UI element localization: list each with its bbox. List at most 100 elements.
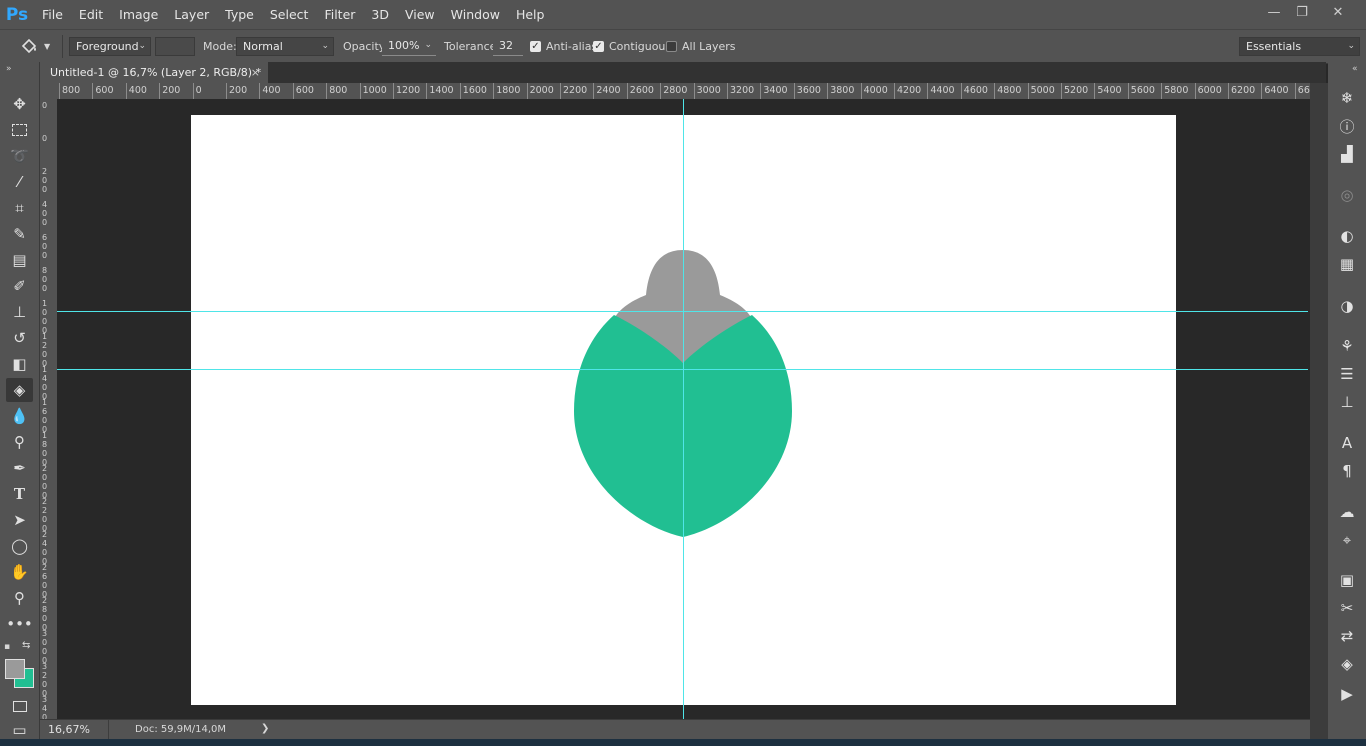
more-tools-icon[interactable]: •••	[6, 612, 33, 636]
panel-dock: « ❄ ⓘ ▟ ◎ ◐ ▦ ◑ ⚘ ☰ ⊥ A ¶ ☁ ⌖ ▣ ✂ ⇄ ◈ ▶	[1328, 62, 1366, 746]
close-button[interactable]: ✕	[1322, 0, 1354, 24]
menu-select[interactable]: Select	[262, 0, 317, 29]
ruler-label: 5000	[1030, 85, 1055, 96]
mode-value: Normal	[243, 40, 283, 53]
blur-icon[interactable]: 💧	[6, 404, 33, 428]
swatches-icon[interactable]: ▦	[1336, 253, 1358, 275]
histogram-icon[interactable]: ▟	[1336, 143, 1358, 165]
clone-source-icon[interactable]: ⊥	[1336, 391, 1358, 413]
adjustments-icon[interactable]: ◑	[1336, 295, 1358, 317]
hand-icon[interactable]: ✋	[6, 560, 33, 584]
vertical-scrollbar[interactable]	[1310, 83, 1328, 739]
all-layers-checkbox[interactable]: All Layers	[666, 30, 736, 63]
anti-alias-label: Anti-alias	[546, 40, 598, 53]
eraser-icon[interactable]: ◧	[6, 352, 33, 376]
info-icon[interactable]: ⓘ	[1336, 115, 1358, 137]
layers-icon[interactable]: ◈	[1336, 653, 1358, 675]
fill-source-select[interactable]: Foreground ⌄	[69, 37, 151, 56]
crop-icon[interactable]: ⌗	[6, 196, 33, 220]
zoom-icon[interactable]: ⚲	[6, 586, 33, 610]
swap-colors-icon[interactable]: ⇆	[22, 640, 30, 651]
timeline-icon[interactable]: ⇄	[1336, 625, 1358, 647]
ruler-label: 800	[42, 266, 48, 293]
foreground-color-swatch[interactable]	[5, 659, 25, 679]
pen-icon[interactable]: ✒	[6, 456, 33, 480]
dodge-icon[interactable]: ⚲	[6, 430, 33, 454]
collapse-toolbar-icon[interactable]: »	[6, 64, 12, 74]
close-tab-icon[interactable]: ×	[251, 62, 260, 83]
ruler-tick	[459, 83, 461, 99]
ellipse-icon[interactable]: ◯	[6, 534, 33, 558]
horizontal-guide-1[interactable]	[57, 311, 1308, 312]
tool-preset-picker[interactable]: ▼	[20, 30, 50, 63]
clone-stamp-icon[interactable]: ⊥	[6, 300, 33, 324]
menu-image[interactable]: Image	[111, 0, 166, 29]
separator	[108, 720, 109, 740]
type-icon[interactable]: T	[6, 482, 33, 506]
workspace-select[interactable]: Essentials ⌄	[1239, 37, 1360, 56]
toolbar: » ✥ ➰ ⁄ ⌗ ✎ ▤ ✐ ⊥ ↺ ◧ ◈ 💧 ⚲ ✒ T ➤ ◯ ✋ ⚲ …	[0, 62, 40, 746]
ruler-tick	[1094, 83, 1096, 99]
photoshop-logo[interactable]: Ps	[0, 0, 34, 29]
properties-icon[interactable]: ▣	[1336, 569, 1358, 591]
menu-help[interactable]: Help	[508, 0, 553, 29]
ruler-tick	[927, 83, 929, 99]
restore-button[interactable]: ❐	[1286, 0, 1318, 24]
ruler-label: 1600	[42, 398, 48, 434]
actions-icon[interactable]: ▶	[1336, 683, 1358, 705]
color-icon[interactable]: ◐	[1336, 225, 1358, 247]
3d-icon[interactable]: ❄	[1336, 87, 1358, 109]
history-brush-icon[interactable]: ↺	[6, 326, 33, 350]
menu-3d[interactable]: 3D	[363, 0, 397, 29]
default-colors-icon[interactable]: ▪	[4, 642, 10, 652]
menu-view[interactable]: View	[397, 0, 443, 29]
move-icon[interactable]: ✥	[6, 92, 33, 116]
brush-icon[interactable]: ✐	[6, 274, 33, 298]
marquee-icon[interactable]	[6, 118, 33, 142]
ruler-label: 3600	[796, 85, 821, 96]
menu-edit[interactable]: Edit	[71, 0, 111, 29]
mode-select[interactable]: Normal ⌄	[236, 37, 334, 56]
tool-presets-icon[interactable]: ☰	[1336, 363, 1358, 385]
pattern-picker[interactable]	[155, 37, 195, 56]
menu-filter[interactable]: Filter	[316, 0, 363, 29]
document-tab[interactable]: Untitled-1 @ 16,7% (Layer 2, RGB/8) * ×	[40, 62, 268, 83]
menu-type[interactable]: Type	[217, 0, 262, 29]
horizontal-ruler[interactable]: 800 600 400 200 0 200 400 600 800 1000 1200 1400 160…	[57, 83, 1310, 100]
zoom-level[interactable]: 16,67%	[48, 723, 90, 736]
ruler-label: 4400	[930, 85, 955, 96]
channels-icon[interactable]: ☁	[1336, 501, 1358, 523]
paragraph-icon[interactable]: ¶	[1336, 460, 1358, 482]
brush-presets-icon[interactable]: ⚘	[1336, 335, 1358, 357]
status-menu-arrow-icon[interactable]: ❯	[261, 723, 269, 734]
ruler-tick	[960, 83, 962, 99]
paths-icon[interactable]: ⌖	[1336, 529, 1358, 551]
vertical-ruler[interactable]: 0 0 200 400 600 800 1000 1200 1400 1600 1800 2000 22…	[40, 99, 58, 719]
ruler-origin[interactable]	[40, 83, 57, 99]
magic-wand-icon[interactable]: ⁄	[6, 170, 33, 194]
eyedropper-icon[interactable]: ✎	[6, 222, 33, 246]
paint-bucket-icon[interactable]: ◈	[6, 378, 33, 402]
menu-file[interactable]: File	[34, 0, 71, 29]
navigator-icon[interactable]: ◎	[1336, 184, 1358, 206]
contiguous-checkbox[interactable]: ✓ Contiguous	[593, 30, 671, 63]
ruler-tick	[994, 83, 996, 99]
opacity-input[interactable]: 100% ⌄	[382, 37, 436, 56]
menu-layer[interactable]: Layer	[166, 0, 217, 29]
brush-panel-icon[interactable]: ✂	[1336, 597, 1358, 619]
healing-brush-icon[interactable]: ▤	[6, 248, 33, 272]
ruler-tick	[426, 83, 428, 99]
lasso-icon[interactable]: ➰	[6, 144, 33, 168]
path-selection-icon[interactable]: ➤	[6, 508, 33, 532]
anti-alias-checkbox[interactable]: ✓ Anti-alias	[530, 30, 597, 63]
menu-window[interactable]: Window	[443, 0, 508, 29]
quick-mask-icon[interactable]	[6, 694, 33, 718]
expand-panels-icon[interactable]: «	[1352, 64, 1358, 74]
ruler-label: 5400	[1097, 85, 1122, 96]
ruler-label: 3400	[42, 695, 48, 719]
chevron-down-icon: ▼	[44, 42, 51, 51]
tolerance-input[interactable]: 32	[493, 37, 523, 56]
character-icon[interactable]: A	[1336, 432, 1358, 454]
vertical-guide[interactable]	[683, 99, 684, 719]
horizontal-guide-2[interactable]	[57, 369, 1308, 370]
